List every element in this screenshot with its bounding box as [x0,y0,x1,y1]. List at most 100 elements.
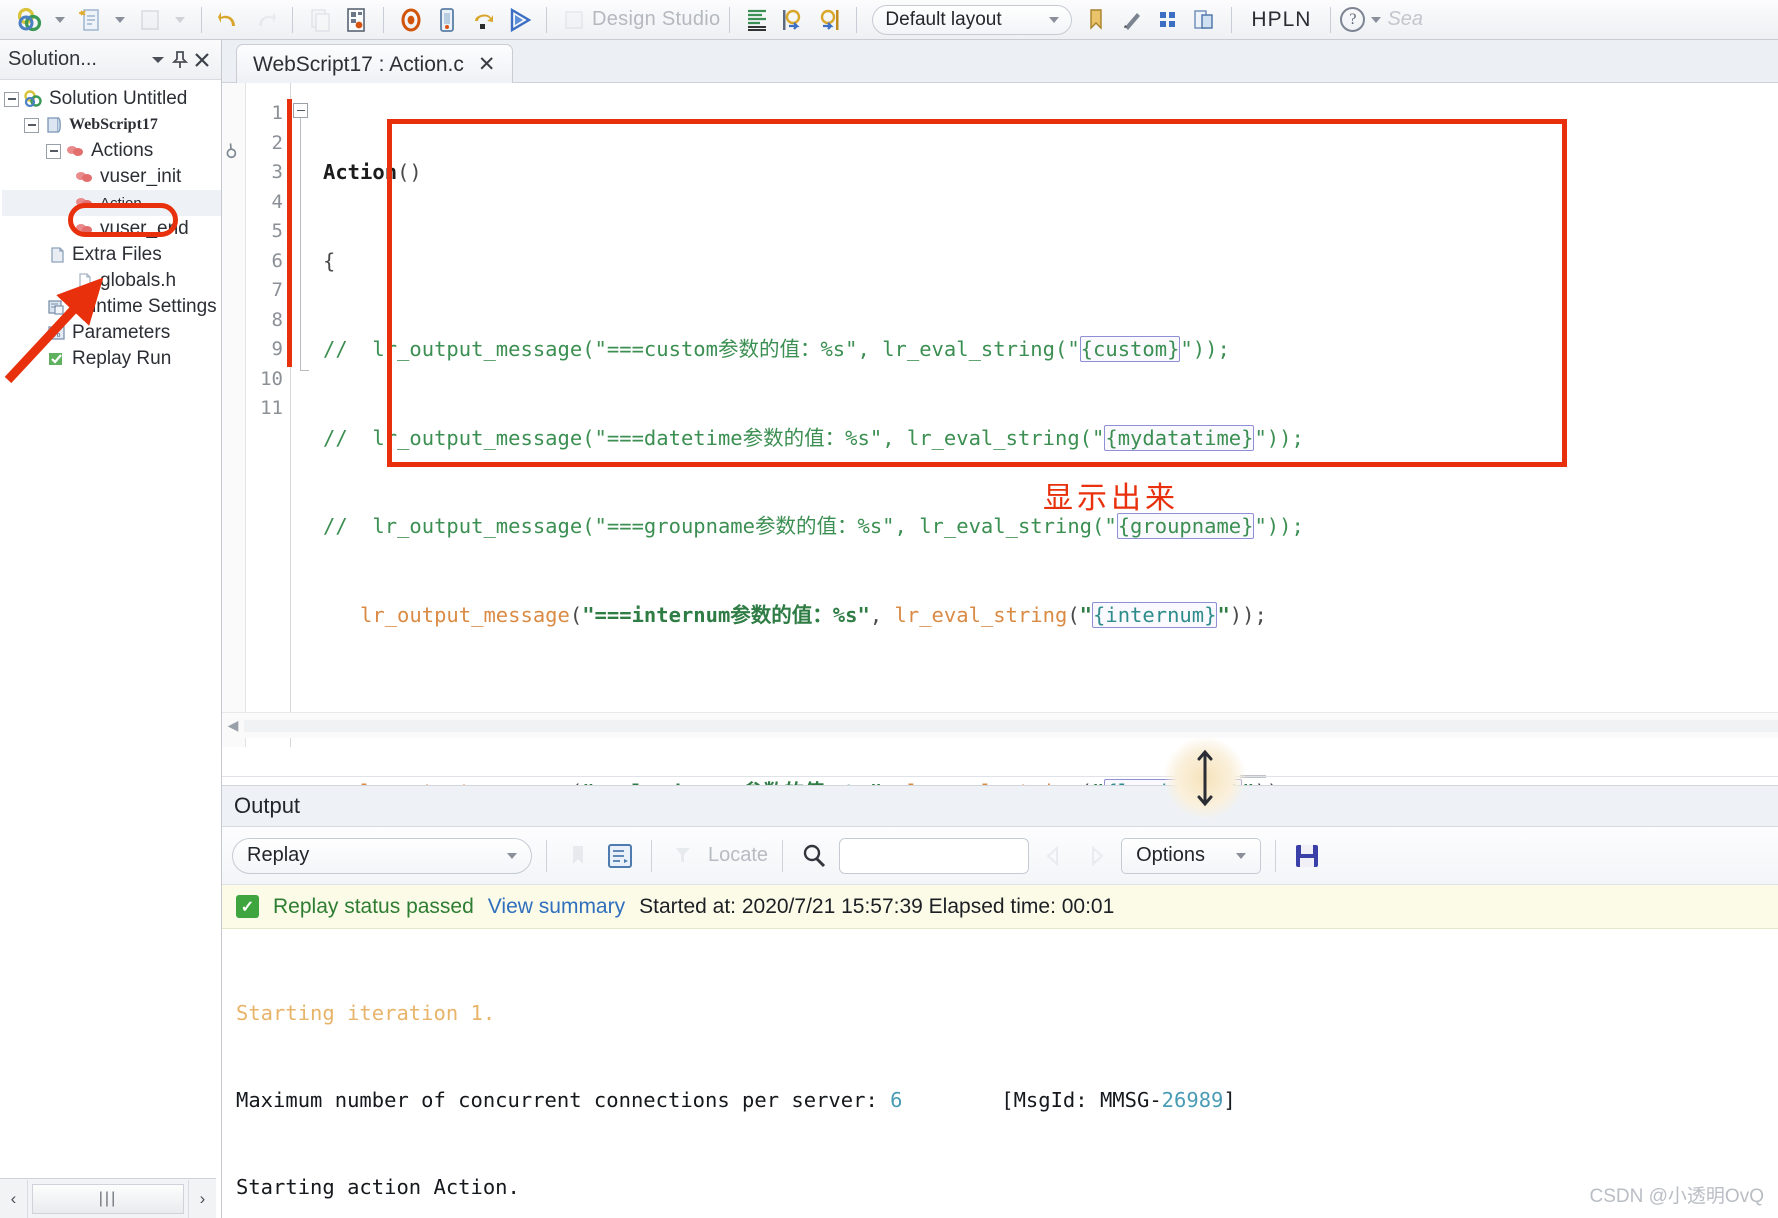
line-number: 8 [271,308,283,331]
undo-button[interactable] [211,2,247,38]
list-view-button[interactable] [739,2,775,38]
close-icon[interactable]: ✕ [478,52,496,77]
layout-dropdown[interactable]: Default layout [872,4,1073,35]
save-caret[interactable] [175,16,185,23]
save-button[interactable] [132,2,168,38]
tree-node-webscript17[interactable]: WebScript17 [2,112,221,138]
replay-button[interactable] [465,2,501,38]
scroll-right-button[interactable]: › [188,1179,216,1218]
editor-horizontal-scrollbar[interactable]: ◀ [222,712,1778,738]
code-line-4: // lr_output_message("===datetime参数的值：%s… [323,424,1304,451]
word-wrap-icon[interactable] [603,840,637,872]
expander-icon[interactable] [4,91,19,107]
bookmark-icon[interactable] [561,840,595,872]
code-text[interactable]: Action() { // lr_output_message("===cust… [313,83,1778,981]
code-line-1: Action() [323,158,1778,188]
expander-icon[interactable] [24,117,39,133]
watermark: CSDN @小透明OvQ [1589,1186,1764,1207]
new-script-button[interactable] [72,2,108,38]
tree-node-actions[interactable]: Actions [2,138,221,164]
new-script-caret[interactable] [115,16,125,23]
run-button[interactable] [501,2,537,38]
splitter-bar[interactable] [222,776,1778,777]
design-studio-icon-box[interactable] [556,2,592,38]
pen-button[interactable] [1114,2,1150,38]
tree-node-solution[interactable]: Solution Untitled [2,86,221,112]
locate-icon[interactable] [666,840,700,872]
output-toolbar: Replay Locate Options [222,827,1778,885]
log-line: Starting action Action. [236,1173,1778,1202]
tree-node-extra-files[interactable]: Extra Files [2,242,221,268]
redo-button[interactable] [247,2,283,38]
view-summary-link[interactable]: View summary [488,895,625,919]
step-over-icon [814,5,844,35]
save-icon[interactable] [1290,840,1324,872]
toolbar-divider-3 [383,6,384,33]
search-input[interactable] [839,837,1030,874]
close-icon[interactable] [191,49,213,71]
scroll-thumb[interactable]: ||| [32,1183,184,1214]
options-dropdown[interactable]: Options [1121,837,1262,874]
bookmark-button[interactable] [1078,2,1114,38]
toolbar-divider-7 [1231,6,1233,33]
toolbar-divider-3 [782,839,784,872]
toolbar-divider-8 [1330,6,1332,33]
compile-button[interactable] [429,2,465,38]
stop-record-button[interactable] [393,2,429,38]
svg-text:%: % [52,330,61,340]
runtime-settings-icon [46,297,67,318]
output-log[interactable]: Starting iteration 1. Maximum number of … [222,929,1778,1218]
tree-node-vuser-init[interactable]: vuser_init [2,164,221,190]
line-number: 11 [260,397,283,419]
toolbar-search-label[interactable]: Sea [1387,8,1423,31]
status-badge: Replay status passed [273,894,474,918]
eval-call: lr_eval_string [894,602,1068,627]
tree-node-parameters[interactable]: % Parameters [2,320,221,346]
scroll-left-button[interactable]: ‹ [0,1179,28,1218]
previous-icon[interactable] [1037,840,1071,872]
sidebar-horizontal-scrollbar[interactable]: ‹ ||| › [0,1178,216,1218]
code-folding-column[interactable] [287,83,313,747]
fold-toggle-icon[interactable] [293,103,308,118]
tab-action-c[interactable]: WebScript17 : Action.c ✕ [236,44,513,84]
tree-label: Runtime Settings [72,296,217,317]
splitter-drag-handle[interactable] [1164,737,1246,819]
scroll-track[interactable] [244,719,1778,732]
copy-button[interactable] [302,2,338,38]
stop-record-icon [396,5,426,35]
help-dropdown[interactable]: ? [1340,7,1387,32]
record-button[interactable] [12,2,48,38]
pin-icon[interactable] [169,49,191,71]
tree-label: Solution Untitled [49,88,188,109]
record-dropdown-caret[interactable] [55,16,65,23]
line-number: 6 [271,249,283,272]
scroll-left-icon[interactable]: ◀ [222,717,244,734]
output-panel: Output Replay Locate Options ✓ Replay st… [222,785,1778,1218]
snapshot-button[interactable] [338,2,374,38]
solution-menu-caret-icon[interactable] [147,49,169,71]
editor-area: WebScript17 : Action.c ✕ ☌ 1 2 3 4 5 6 7… [220,40,1778,1218]
chevron-down-icon [1236,852,1247,859]
step-into-button[interactable] [775,2,811,38]
tree-node-replay-run[interactable]: Replay Run [2,346,221,372]
tree-node-action[interactable]: Action [2,190,221,216]
locate-label[interactable]: Locate [708,844,768,867]
expander-icon[interactable] [46,143,61,159]
next-icon[interactable] [1079,840,1113,872]
tree-node-vuser-end[interactable]: vuser_end [2,216,221,242]
tree-node-globals-h[interactable]: globals.h [2,268,221,294]
toolbar-divider-4 [1275,839,1277,872]
grid-button[interactable] [1150,2,1186,38]
search-icon[interactable] [797,840,831,872]
code-line-2: { [323,247,1778,277]
code-editor[interactable]: ☌ 1 2 3 4 5 6 7 8 9 10 11 Action() {// … [220,83,1778,981]
output-source-dropdown[interactable]: Replay [232,837,532,874]
tree-node-runtime-settings[interactable]: Runtime Settings [2,294,221,320]
hpln-label[interactable]: HPLN [1241,8,1321,32]
main-toolbar: Design Studio Default layout HPLN ? Sea [0,0,1778,40]
tree-label: Action [100,194,142,212]
solution-explorer-panel: Solution... Solution Untitled WebScript1… [0,40,222,1218]
step-over-button[interactable] [811,2,847,38]
window-button[interactable] [1186,2,1222,38]
status-timing: Started at: 2020/7/21 15:57:39 Elapsed t… [639,894,1115,918]
